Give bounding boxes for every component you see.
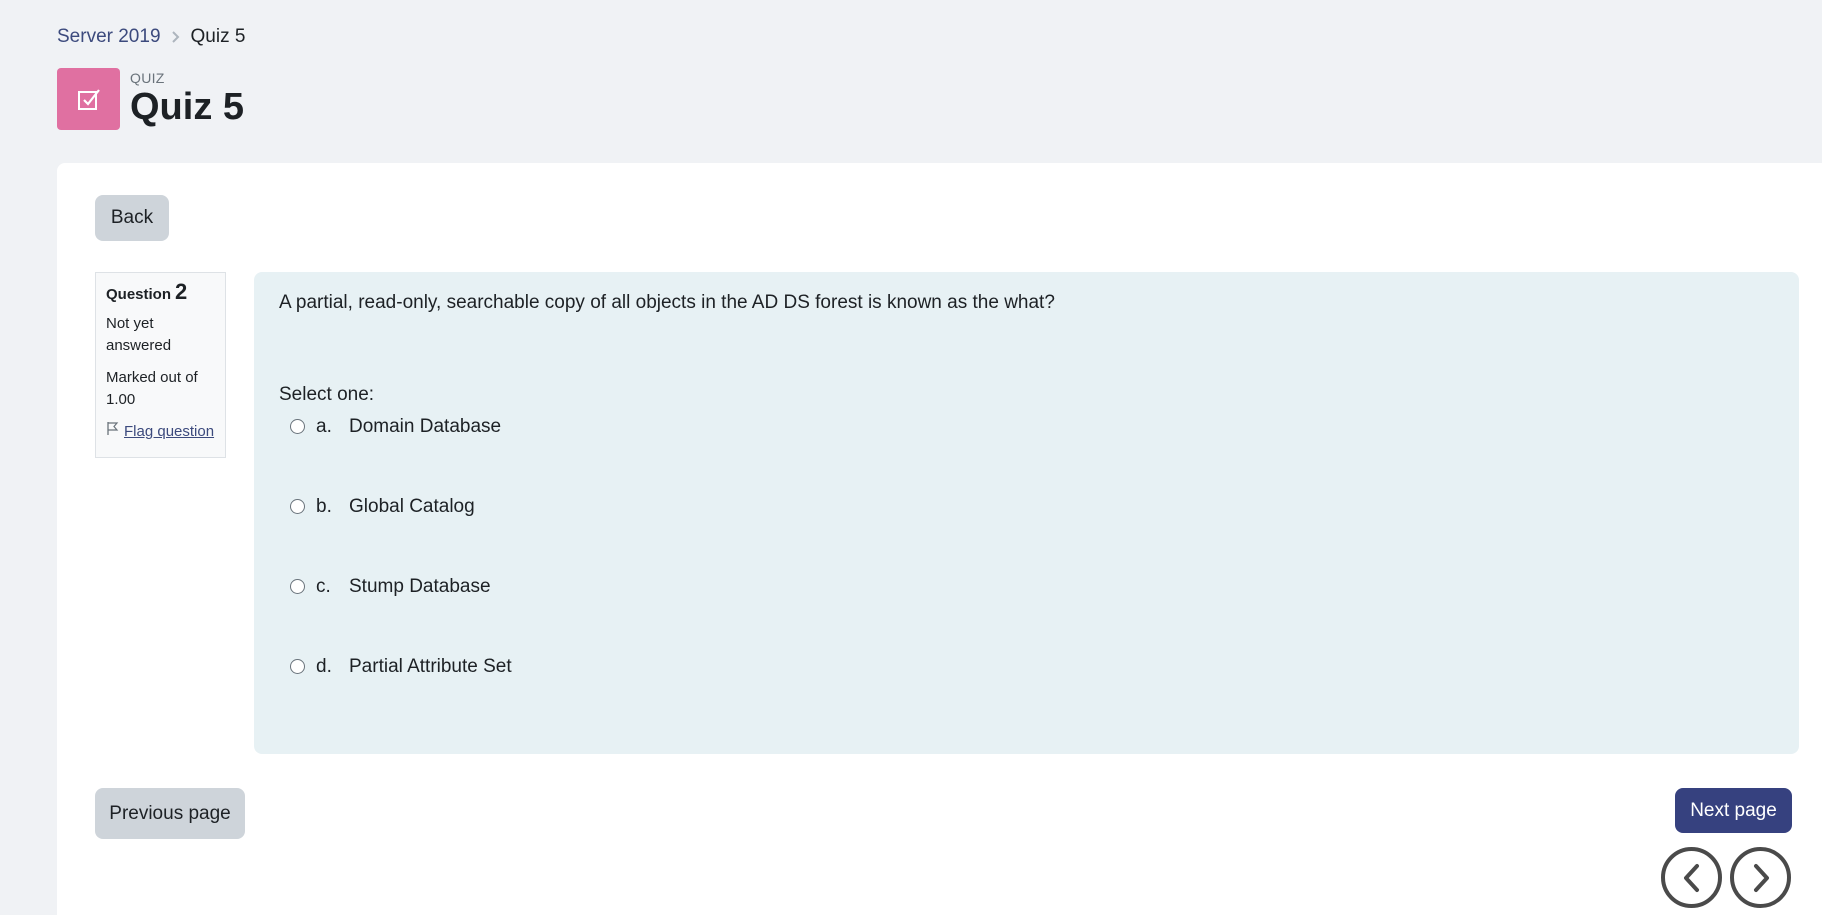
breadcrumb-course-link[interactable]: Server 2019 (57, 26, 161, 48)
answer-letter: d. (316, 655, 332, 677)
chevron-right-icon[interactable] (1730, 847, 1791, 908)
breadcrumb: Server 2019 Quiz 5 (57, 26, 245, 48)
answer-option-b[interactable]: b. Global Catalog (279, 490, 1774, 523)
page-title: Quiz 5 (130, 86, 245, 128)
page-arrow-navigation (1661, 847, 1791, 908)
answer-text[interactable]: Stump Database (349, 576, 491, 598)
next-page-button[interactable]: Next page (1675, 788, 1792, 833)
previous-page-button[interactable]: Previous page (95, 788, 245, 839)
answer-text[interactable]: Global Catalog (349, 496, 475, 518)
radio-button[interactable] (290, 659, 305, 674)
question-info: Question 2 Not yet answered Marked out o… (95, 272, 226, 458)
page: Server 2019 Quiz 5 QUIZ Quiz 5 Back Ques… (0, 0, 1822, 915)
question-number: 2 (175, 279, 188, 304)
radio-button[interactable] (290, 419, 305, 434)
chevron-right-icon (171, 30, 181, 44)
chevron-left-icon[interactable] (1661, 847, 1722, 908)
question-grade: Marked out of 1.00 (106, 369, 198, 408)
answer-text[interactable]: Partial Attribute Set (349, 656, 512, 678)
answer-option-d[interactable]: d. Partial Attribute Set (279, 650, 1774, 683)
answer-letter: a. (316, 415, 332, 437)
main-content: Back Question 2 Not yet answered Marked … (57, 163, 1822, 915)
activity-header: QUIZ Quiz 5 (57, 68, 244, 130)
flag-question-link[interactable]: Flag question (124, 421, 214, 443)
back-button[interactable]: Back (95, 195, 169, 241)
quiz-checkbox-icon (57, 68, 120, 130)
answer-option-c[interactable]: c. Stump Database (279, 570, 1774, 603)
answer-text[interactable]: Domain Database (349, 416, 501, 438)
answer-option-a[interactable]: a. Domain Database (279, 410, 1774, 443)
question-content: A partial, read-only, searchable copy of… (254, 272, 1799, 754)
question-text: A partial, read-only, searchable copy of… (279, 292, 1055, 313)
radio-button[interactable] (290, 579, 305, 594)
answer-letter: c. (316, 575, 331, 597)
answer-list: a. Domain Database b. Global Catalog c. … (279, 410, 1774, 683)
radio-button[interactable] (290, 499, 305, 514)
question-state: Not yet answered (106, 315, 172, 354)
answer-letter: b. (316, 495, 332, 517)
flag-icon[interactable] (106, 421, 119, 443)
activity-type-label: QUIZ (130, 70, 165, 86)
question-label: Question (106, 286, 172, 303)
breadcrumb-current: Quiz 5 (190, 26, 246, 47)
answer-prompt: Select one: (279, 384, 375, 405)
